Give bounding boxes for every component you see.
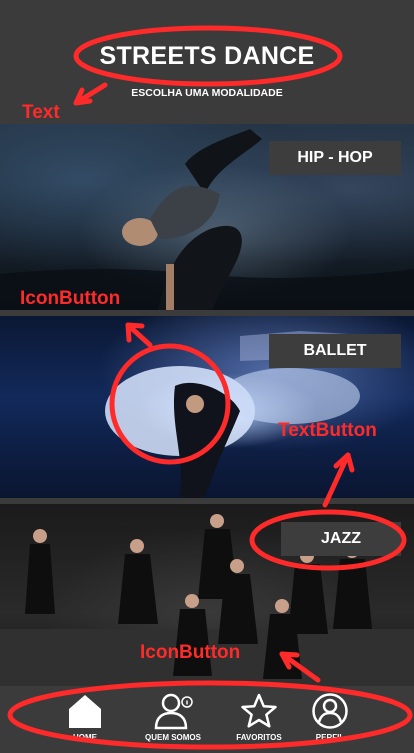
bottom-navigation: HOME QUEM SOMOS FAVORITOS PERFIL bbox=[0, 686, 414, 753]
iconbutton-annotation-label-2: IconButton bbox=[140, 642, 241, 663]
nav-favoritos-button[interactable]: FAVORITOS bbox=[219, 692, 299, 750]
star-icon bbox=[241, 693, 277, 728]
text-annotation-label: Text bbox=[22, 102, 60, 123]
nav-quem-somos-button[interactable]: QUEM SOMOS bbox=[133, 692, 213, 750]
nav-quem-somos-label: QUEM SOMOS bbox=[144, 733, 201, 742]
ballet-card[interactable]: BALLET bbox=[0, 316, 414, 498]
page-subtitle: ESCOLHA UMA MODALIDADE bbox=[131, 87, 283, 99]
nav-favoritos-label: FAVORITOS bbox=[236, 733, 282, 742]
profile-icon bbox=[312, 693, 348, 729]
hiphop-card[interactable]: HIP - HOP bbox=[0, 124, 414, 310]
nav-perfil-label: PERFIL bbox=[315, 733, 345, 742]
app-title: STREETS DANCE bbox=[99, 42, 315, 70]
nav-home-button[interactable]: HOME bbox=[45, 692, 125, 750]
home-icon bbox=[69, 695, 101, 728]
jazz-button[interactable]: JAZZ bbox=[281, 522, 401, 556]
app-header: STREETS DANCE ESCOLHA UMA MODALIDADE bbox=[0, 0, 414, 124]
hiphop-button[interactable]: HIP - HOP bbox=[269, 141, 401, 175]
nav-home-label: HOME bbox=[73, 733, 97, 742]
nav-perfil-button[interactable]: PERFIL bbox=[290, 692, 370, 750]
iconbutton-annotation-label: IconButton bbox=[20, 288, 121, 309]
ballet-button[interactable]: BALLET bbox=[269, 334, 401, 368]
user-info-icon bbox=[154, 693, 193, 730]
textbutton-annotation-label: TextButton bbox=[278, 420, 377, 441]
